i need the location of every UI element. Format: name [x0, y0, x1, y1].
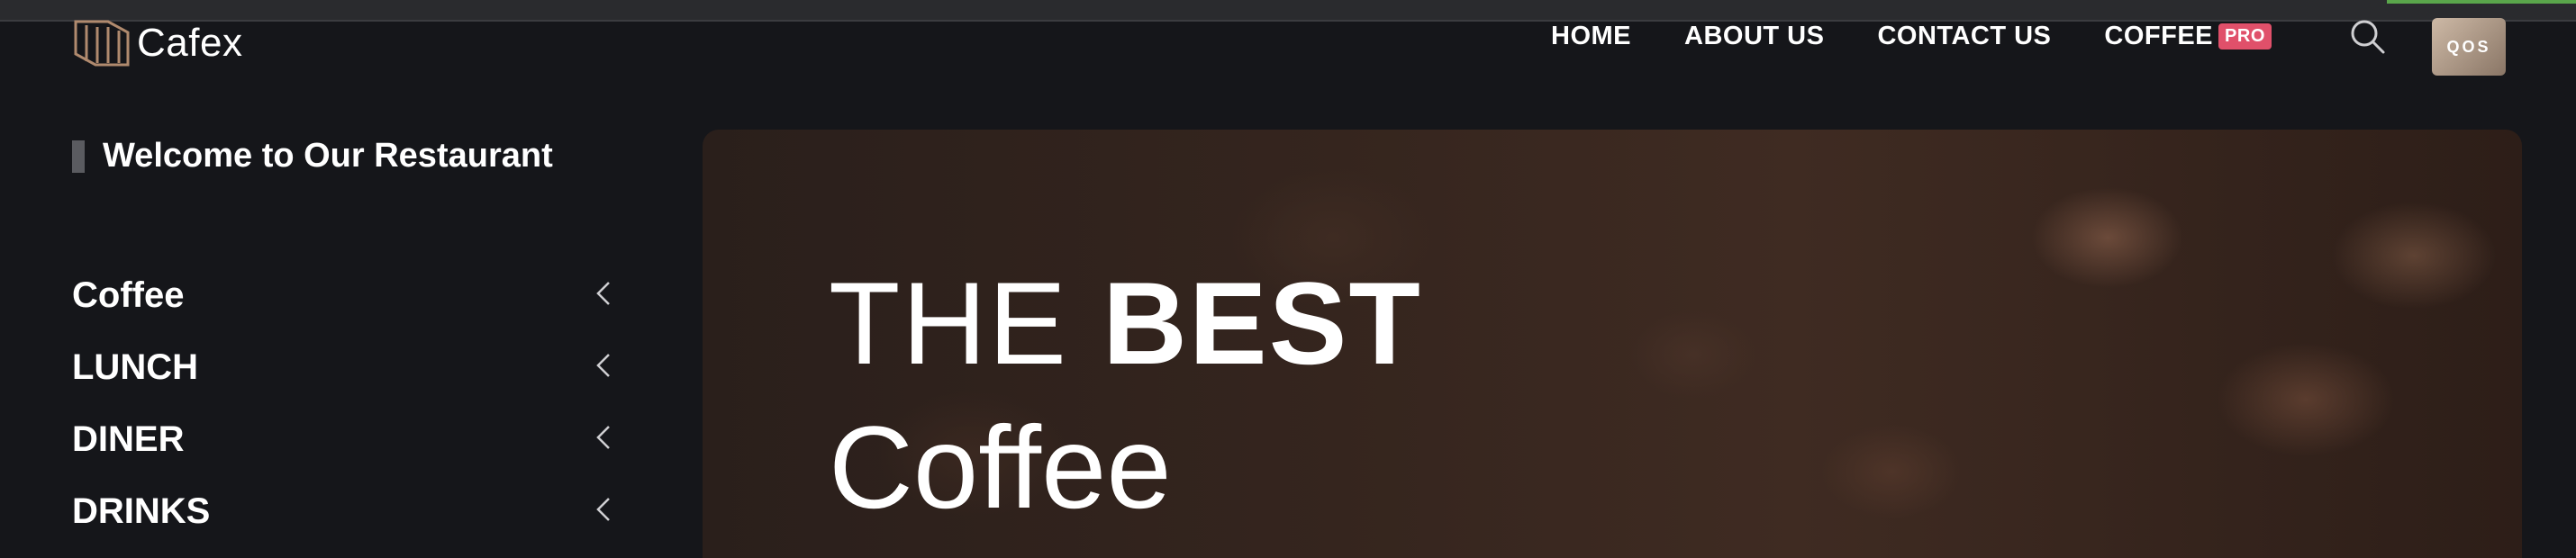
hero-banner: THE BEST Coffee [703, 130, 2522, 558]
chevron-left-icon [593, 351, 612, 384]
hero-line-1: THE BEST [829, 265, 1422, 382]
nav-coffee-label: COFFEE [2104, 22, 2214, 50]
nav-about-us[interactable]: ABOUT US [1684, 22, 1824, 51]
pro-badge: PRO [2218, 23, 2272, 50]
menu-item-label: LUNCH [72, 346, 198, 387]
hero-title: THE BEST Coffee [829, 265, 1422, 526]
nav-contact-us[interactable]: CONTACT US [1877, 22, 2051, 51]
nav-home-label: HOME [1551, 22, 1631, 50]
chevron-left-icon [593, 279, 612, 312]
chevron-left-icon [593, 495, 612, 528]
avatar-text: QOS [2446, 37, 2491, 56]
hero-word-best: BEST [1102, 257, 1422, 389]
menu-item-diner[interactable]: DINER [72, 403, 612, 475]
welcome-accent-bar [72, 140, 85, 173]
nav-home[interactable]: HOME [1551, 22, 1631, 51]
welcome-heading: Welcome to Our Restaurant [72, 137, 553, 176]
menu-item-label: DRINKS [72, 490, 211, 531]
menu-item-drinks[interactable]: DRINKS [72, 475, 612, 547]
nav-coffee[interactable]: COFFEE PRO [2104, 22, 2272, 51]
menu-item-coffee[interactable]: Coffee [72, 259, 612, 331]
hero-line-2: Coffee [829, 401, 1172, 533]
menu-item-label: DINER [72, 418, 185, 459]
chevron-left-icon [593, 423, 612, 456]
top-navigation: Cafex HOME ABOUT US CONTACT US COFFEE PR… [0, 0, 2576, 79]
nav-contact-label: CONTACT US [1877, 22, 2052, 50]
category-menu: Coffee LUNCH DINER DRINKS [72, 259, 612, 547]
search-icon[interactable] [2349, 18, 2387, 56]
brand-logo[interactable]: Cafex [72, 16, 242, 70]
brand-name: Cafex [137, 21, 243, 65]
menu-item-label: Coffee [72, 274, 185, 315]
welcome-text: Welcome to Our Restaurant [103, 137, 553, 175]
cafex-logo-icon [74, 20, 130, 67]
main-nav: HOME ABOUT US CONTACT US COFFEE PRO [1551, 22, 2272, 51]
avatar[interactable]: QOS [2432, 18, 2506, 76]
nav-about-label: ABOUT US [1684, 22, 1825, 50]
hero-word-the: THE [829, 257, 1068, 389]
menu-item-lunch[interactable]: LUNCH [72, 331, 612, 403]
